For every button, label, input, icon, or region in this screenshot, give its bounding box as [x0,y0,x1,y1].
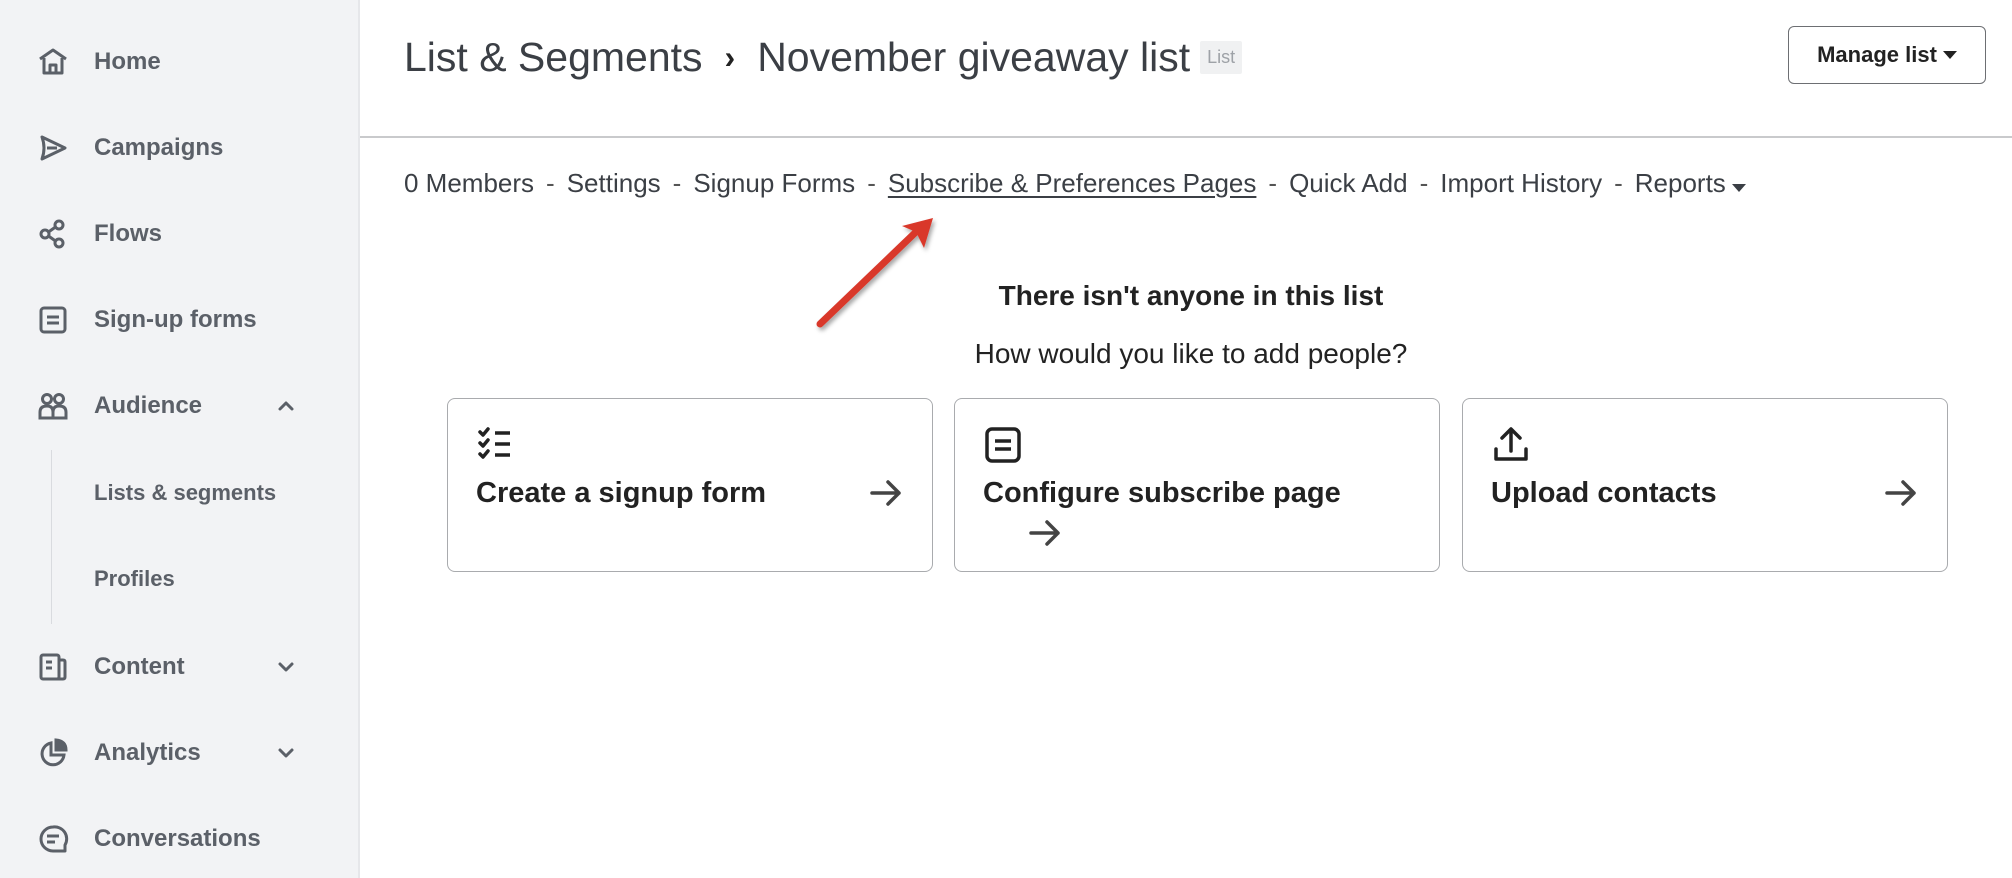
subnav-separator: - [1419,168,1429,198]
sidebar-subitem-lists-segments[interactable]: Lists & segments [94,473,276,513]
empty-state-title: There isn't anyone in this list [998,280,1384,311]
subnav-separator: - [672,168,682,198]
sidebar-item-conversations[interactable]: Conversations [36,817,326,861]
sidebar-item-label: Home [94,48,161,75]
arrow-right-icon [1885,480,1916,506]
sidebar-subitem-label: Profiles [94,566,175,591]
page-title: November giveaway list [757,34,1191,80]
chevron-down-icon[interactable] [274,741,298,765]
subnav-members[interactable]: 0 Members [404,168,534,199]
flows-icon [36,217,70,251]
sidebar-item-flows[interactable]: Flows [36,212,326,256]
card-title: Upload contacts [1491,477,1717,509]
chevron-up-icon[interactable] [274,394,298,418]
card-title: Create a signup form [476,477,767,509]
sidebar-item-content[interactable]: Content [36,645,326,689]
manage-list-button[interactable]: Manage list [1788,26,1986,84]
manage-list-label: Manage list [1817,42,1937,67]
breadcrumb-root-link[interactable]: List & Segments [404,34,703,81]
upload-contacts-card[interactable]: Upload contacts [1462,398,1948,572]
subnav-separator: - [546,168,555,198]
subnav-reports[interactable]: Reports [1635,168,1746,199]
card-title: Configure subscribe page [983,477,1341,509]
subnav-signup-forms[interactable]: Signup Forms [693,168,855,199]
sidebar-item-label: Flows [94,220,163,247]
sidebar-item-audience[interactable]: Audience [36,384,326,428]
annotation-arrow-icon [816,218,933,328]
arrow-right-icon [1029,520,1060,546]
submenu-guide-line [51,450,52,624]
sidebar-item-label: Analytics [94,739,201,766]
configure-subscribe-page-card[interactable]: Configure subscribe page [954,398,1440,572]
sidebar-item-home[interactable]: Home [36,40,326,84]
list-subnav: 0 Members - Settings - Signup Forms - Su… [404,168,1746,199]
sidebar-subitem-profiles[interactable]: Profiles [94,559,175,599]
chat-icon [36,822,70,856]
home-icon [36,45,70,79]
sidebar-item-analytics[interactable]: Analytics [36,731,326,775]
page-header: List & Segments › November giveaway list… [360,0,2012,138]
subnav-reports-label: Reports [1634,168,1726,198]
sidebar-item-label: Conversations [94,825,261,852]
arrow-right-icon [870,480,901,506]
sidebar-item-campaigns[interactable]: Campaigns [36,126,326,170]
form-icon [985,427,1021,463]
subnav-separator: - [867,168,876,198]
breadcrumb-separator-icon: › [724,39,736,75]
subnav-separator: - [1268,168,1278,198]
empty-state-subtitle: How would you like to add people? [974,338,1408,369]
sidebar-item-label: Campaigns [94,134,224,161]
list-type-badge: List [1200,41,1243,74]
upload-icon [1494,427,1528,461]
subnav-subscribe-preferences-pages[interactable]: Subscribe & Preferences Pages [888,168,1257,199]
subnav-settings[interactable]: Settings [567,168,661,199]
subnav-import-history[interactable]: Import History [1440,168,1602,199]
create-signup-form-card[interactable]: Create a signup form [447,398,933,572]
subnav-separator: - [1614,168,1623,198]
sidebar-subitem-label: Lists & segments [94,480,277,505]
people-icon [36,389,70,423]
chevron-down-icon[interactable] [274,655,298,679]
analytics-icon [36,736,70,770]
caret-down-icon [1942,51,1957,59]
sidebar-item-label: Audience [94,392,203,419]
sidebar-item-label: Content [94,653,185,680]
breadcrumb: List & Segments › November giveaway list… [404,34,1243,81]
send-icon [36,131,70,165]
sidebar: Home Campaigns Flows Sign-up forms Audie… [0,0,360,878]
content-icon [36,650,70,684]
subnav-quick-add[interactable]: Quick Add [1289,168,1408,199]
caret-down-icon [1731,184,1746,192]
checklist-icon [478,427,510,459]
